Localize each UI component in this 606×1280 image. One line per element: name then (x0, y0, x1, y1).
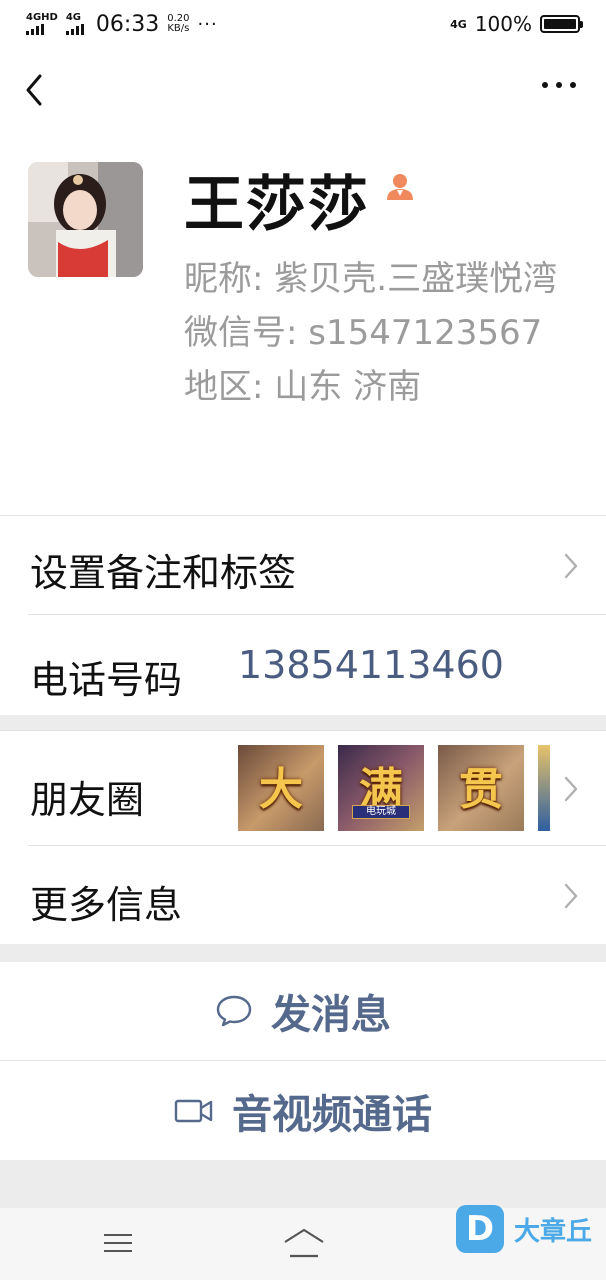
send-message-button[interactable]: 发消息 (0, 962, 606, 1060)
phone-row: 电话号码 13854113460 (0, 615, 606, 715)
signal-sim1-icon: 4GHD (26, 13, 58, 35)
moments-label: 朋友圈 (30, 778, 145, 822)
chevron-right-icon (564, 553, 578, 579)
moments-thumbnail-partial (538, 745, 550, 831)
watermark-logo: D 大章丘 (456, 1205, 592, 1253)
chevron-right-icon (564, 883, 578, 909)
more-info-label: 更多信息 (30, 883, 183, 927)
moments-thumbnail[interactable]: 贯 (438, 745, 524, 831)
status-bar: 4GHD 4G 06:33 0.20 KB/s ··· 4G 100% (0, 0, 606, 48)
battery-icon (540, 15, 583, 33)
more-notifications-icon: ··· (197, 13, 218, 35)
remark-tags-label: 设置备注和标签 (30, 551, 297, 595)
more-info-row[interactable]: 更多信息 (0, 846, 606, 944)
home-icon[interactable] (282, 1226, 326, 1260)
phone-label: 电话号码 (30, 658, 183, 702)
profile-info: 昵称: 紫贝壳.三盛璞悦湾 微信号: s1547123567 地区: 山东 济南 (184, 252, 574, 414)
remark-tags-row[interactable]: 设置备注和标签 (0, 516, 606, 614)
moments-thumbnails: 大 满 电玩城 贯 (238, 745, 550, 831)
top-nav (0, 60, 606, 122)
chat-bubble-icon (216, 995, 252, 1027)
network-speed: 0.20 KB/s (167, 13, 190, 34)
watermark-text: 大章丘 (514, 1216, 593, 1247)
contact-name: 王莎莎 (184, 170, 370, 240)
back-icon[interactable] (22, 70, 62, 110)
watermark-icon: D (456, 1205, 504, 1253)
section-gap (0, 944, 606, 962)
status-time: 06:33 (95, 11, 160, 37)
section-gap (0, 715, 606, 731)
profile-header: 王莎莎 昵称: 紫贝壳.三盛璞悦湾 微信号: s1547123567 地区: 山… (0, 160, 606, 516)
video-call-label: 音视频通话 (232, 1091, 432, 1138)
battery-percent: 100% (474, 12, 532, 36)
moments-row[interactable]: 朋友圈 大 满 电玩城 贯 (0, 731, 606, 845)
video-call-button[interactable]: 音视频通话 (0, 1061, 606, 1160)
wechat-id-text: 微信号: s1547123567 (184, 313, 543, 353)
chevron-right-icon (564, 776, 578, 802)
bottom-gap (0, 1160, 606, 1208)
menu-icon[interactable] (104, 1234, 132, 1252)
region-text: 地区: 山东 济南 (184, 367, 422, 407)
network-type: 4G (450, 17, 467, 31)
phone-number-link[interactable]: 13854113460 (238, 643, 504, 687)
signal-sim2-icon: 4G (65, 13, 84, 35)
moments-thumbnail[interactable]: 大 (238, 745, 324, 831)
avatar[interactable] (28, 162, 143, 277)
person-icon (383, 170, 417, 204)
nickname-text: 昵称: 紫贝壳.三盛璞悦湾 (184, 259, 558, 299)
video-camera-icon (174, 1099, 213, 1122)
send-message-label: 发消息 (271, 992, 391, 1038)
more-options-icon[interactable] (542, 82, 576, 88)
moments-thumbnail[interactable]: 满 电玩城 (338, 745, 424, 831)
